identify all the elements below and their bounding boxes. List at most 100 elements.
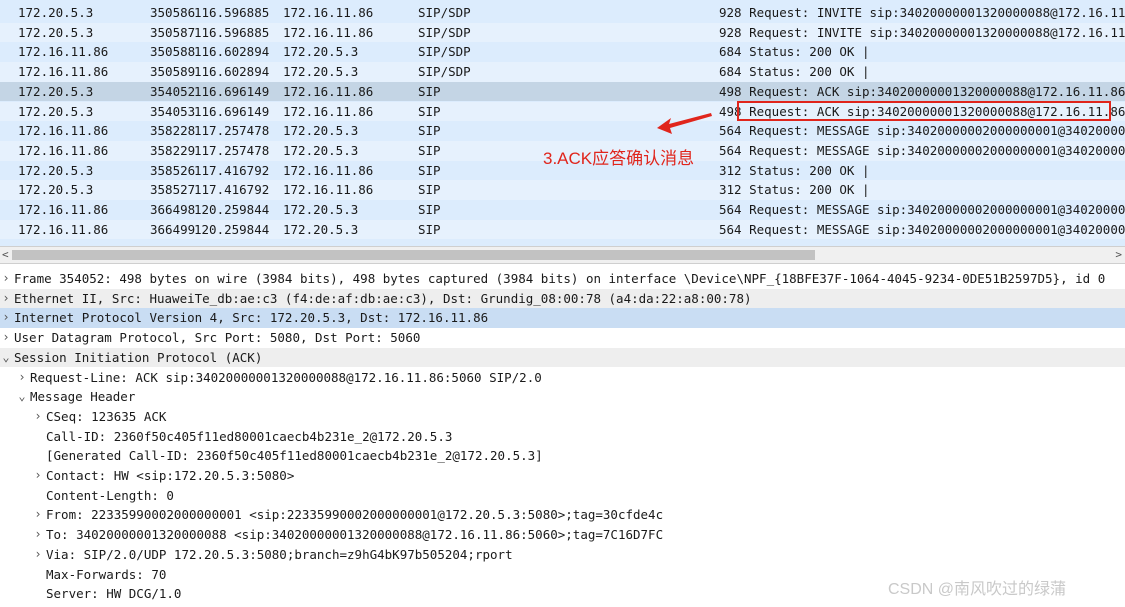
detail-tree-row[interactable]: › CSeq: 123635 ACK xyxy=(0,407,1125,427)
packet-time-cell: 117.257478 xyxy=(194,142,270,158)
packet-time-cell: 117.257478 xyxy=(194,123,270,139)
detail-tree-row[interactable]: › Via: SIP/2.0/UDP 172.20.5.3:5080;branch… xyxy=(0,545,1125,565)
packet-no-cell: 358526 xyxy=(150,162,196,178)
packet-proto-cell: SIP xyxy=(418,162,441,178)
detail-tree-label: Session Initiation Protocol (ACK) xyxy=(14,349,263,365)
packet-proto-cell: SIP xyxy=(418,83,441,99)
packet-row[interactable]: 172.16.11.86 366499 120.259844 172.20.5.3 SI… xyxy=(0,219,1125,240)
detail-tree-row[interactable]: › Contact: HW <sip:172.20.5.3:5080> xyxy=(0,466,1125,486)
detail-tree-label: Call-ID: 2360f50c405f11ed80001caecb4b231… xyxy=(46,428,453,444)
scroll-right-icon[interactable]: > xyxy=(1115,247,1122,263)
packet-dst-cell: 172.20.5.3 xyxy=(283,64,359,80)
packet-src-cell: 172.20.5.3 xyxy=(18,103,94,119)
detail-tree-row[interactable]: Call-ID: 2360f50c405f11ed80001caecb4b231… xyxy=(0,427,1125,447)
packet-row[interactable]: 172.20.5.3 350587 116.596885 172.16.11.86 SI… xyxy=(0,22,1125,43)
packet-no-cell: 354052 xyxy=(150,83,196,99)
packet-info-cell: 564 Request: MESSAGE sip:340200000020000… xyxy=(719,221,1125,237)
packet-info-cell: 498 Request: ACK sip:3402000000132000008… xyxy=(719,83,1125,99)
watermark: CSDN @南风吹过的绿蒲 xyxy=(888,581,1067,598)
detail-tree-row[interactable]: › Internet Protocol Version 4, Src: 172.2… xyxy=(0,308,1125,329)
detail-tree-label: User Datagram Protocol, Src Port: 5080, … xyxy=(14,330,421,346)
expand-chevron-icon[interactable]: › xyxy=(16,368,28,388)
detail-tree-row[interactable]: › From: 22335990002000000001 <sip:2233599… xyxy=(0,505,1125,525)
packet-dst-cell: 172.16.11.86 xyxy=(283,5,374,20)
packet-info-cell: 564 Request: MESSAGE sip:340200000020000… xyxy=(719,142,1125,158)
packet-row[interactable]: 172.20.5.3 358527 117.416792 172.16.11.86 SI… xyxy=(0,180,1125,200)
packet-time-cell: 120.259844 xyxy=(194,202,270,217)
expand-chevron-icon[interactable]: › xyxy=(0,269,12,289)
detail-tree-row[interactable]: › Frame 354052: 498 bytes on wire (3984 b… xyxy=(0,269,1125,289)
packet-time-cell: 116.602894 xyxy=(194,44,270,60)
collapse-chevron-icon[interactable]: ⌄ xyxy=(0,348,12,368)
packet-proto-cell: SIP xyxy=(418,103,441,119)
packet-row[interactable]: 172.16.11.86 350588 116.602894 172.20.5.3 SI… xyxy=(0,42,1125,62)
packet-time-cell: 116.696149 xyxy=(194,103,270,119)
packet-info-cell: 684 Status: 200 OK | xyxy=(719,44,870,60)
expand-chevron-icon[interactable]: › xyxy=(32,407,44,427)
detail-tree-row[interactable]: [Generated Call-ID: 2360f50c405f11ed8000… xyxy=(0,446,1125,466)
expand-chevron-icon[interactable]: › xyxy=(32,545,44,565)
packet-info-cell: 928 Request: INVITE sip:3402000000132000… xyxy=(719,24,1125,40)
detail-tree-row[interactable]: › Ethernet II, Src: HuaweiTe_db:ae:c3 (f4… xyxy=(0,288,1125,309)
packet-src-cell: 172.16.11.86 xyxy=(18,221,109,237)
packet-no-cell: 350589 xyxy=(150,64,196,80)
detail-tree-label: Frame 354052: 498 bytes on wire (3984 bi… xyxy=(14,271,1106,286)
packet-time-cell: 117.416792 xyxy=(194,162,270,178)
expand-chevron-icon[interactable]: › xyxy=(32,466,44,486)
packet-list[interactable]: 172.20.5.3 350586 116.596885 172.16.11.86 SI… xyxy=(0,0,1125,246)
packet-src-cell: 172.20.5.3 xyxy=(18,83,94,99)
packet-dst-cell: 172.20.5.3 xyxy=(283,44,359,60)
detail-tree-label: Message Header xyxy=(30,389,136,405)
annotation-label: 3.ACK应答确认消息 xyxy=(543,149,695,168)
packet-dst-cell: 172.20.5.3 xyxy=(283,123,359,139)
detail-tree-label: Content-Length: 0 xyxy=(46,487,174,503)
scroll-left-icon[interactable]: < xyxy=(2,247,9,263)
packet-src-cell: 172.20.5.3 xyxy=(18,5,94,20)
expand-chevron-icon[interactable]: › xyxy=(32,505,44,525)
packet-dst-cell: 172.20.5.3 xyxy=(283,202,359,217)
expand-chevron-icon[interactable]: › xyxy=(0,328,12,348)
packet-info-cell: 564 Request: MESSAGE sip:340200000020000… xyxy=(719,202,1125,217)
detail-tree-row[interactable]: › User Datagram Protocol, Src Port: 5080,… xyxy=(0,328,1125,348)
detail-tree-row[interactable]: ⌄ Message Header xyxy=(0,387,1125,407)
packet-dst-cell: 172.16.11.86 xyxy=(283,103,374,119)
packet-time-cell: 120.259844 xyxy=(194,221,270,237)
packet-time-cell: 117.416792 xyxy=(194,182,270,198)
packet-proto-cell: SIP xyxy=(418,142,441,158)
callout-arrow-icon xyxy=(657,113,712,134)
packet-proto-cell: SIP/SDP xyxy=(418,5,471,20)
expand-chevron-icon[interactable]: › xyxy=(32,525,44,545)
packet-dst-cell: 172.16.11.86 xyxy=(283,83,374,99)
packet-proto-cell: SIP xyxy=(418,123,441,139)
ack-highlight-box xyxy=(737,101,1111,121)
expand-chevron-icon[interactable]: › xyxy=(0,308,12,328)
packet-proto-cell: SIP xyxy=(418,221,441,237)
detail-tree-label: Contact: HW <sip:172.20.5.3:5080> xyxy=(46,468,295,483)
collapse-chevron-icon[interactable]: ⌄ xyxy=(16,387,28,407)
packet-time-cell: 116.602894 xyxy=(194,64,270,80)
detail-tree-label: Server: HW DCG/1.0 xyxy=(46,586,182,602)
packet-row[interactable]: 172.16.11.86 350589 116.602894 172.20.5.3 SI… xyxy=(0,62,1125,82)
packet-time-cell: 116.696149 xyxy=(194,83,270,99)
packet-src-cell: 172.20.5.3 xyxy=(18,182,94,198)
detail-tree-row[interactable]: ⌄ Session Initiation Protocol (ACK) xyxy=(0,347,1125,368)
packet-info-cell: 564 Request: MESSAGE sip:340200000020000… xyxy=(719,123,1125,139)
detail-tree-label: [Generated Call-ID: 2360f50c405f11ed8000… xyxy=(46,448,543,464)
packet-row[interactable]: 172.16.11.86 358228 117.257478 172.20.5.3 SI… xyxy=(0,121,1125,141)
packet-no-cell: 358527 xyxy=(150,182,196,198)
horizontal-scrollbar[interactable]: < > xyxy=(0,246,1125,264)
expand-chevron-icon[interactable]: › xyxy=(0,289,12,309)
packet-row[interactable]: 172.20.5.3 354052 116.696149 172.16.11.86 SI… xyxy=(0,81,1125,102)
packet-proto-cell: SIP xyxy=(418,182,441,198)
detail-tree-row[interactable]: › Request-Line: ACK sip:34020000001320000… xyxy=(0,368,1125,388)
detail-tree-row[interactable]: Content-Length: 0 xyxy=(0,486,1125,506)
packet-detail-tree[interactable]: › Frame 354052: 498 bytes on wire (3984 b… xyxy=(0,266,1125,607)
detail-tree-row[interactable]: › To: 34020000001320000088 <sip:340200000… xyxy=(0,525,1125,545)
packet-src-cell: 172.16.11.86 xyxy=(18,123,109,139)
packet-no-cell: 366498 xyxy=(150,202,196,217)
packet-row[interactable]: 172.20.5.3 350586 116.596885 172.16.11.86 SI… xyxy=(0,3,1125,23)
packet-row[interactable]: 172.16.11.86 366498 120.259844 172.20.5.3 SI… xyxy=(0,200,1125,220)
packet-proto-cell: SIP/SDP xyxy=(418,24,471,40)
scrollbar-thumb[interactable] xyxy=(12,250,815,260)
packet-src-cell: 172.16.11.86 xyxy=(18,64,109,80)
